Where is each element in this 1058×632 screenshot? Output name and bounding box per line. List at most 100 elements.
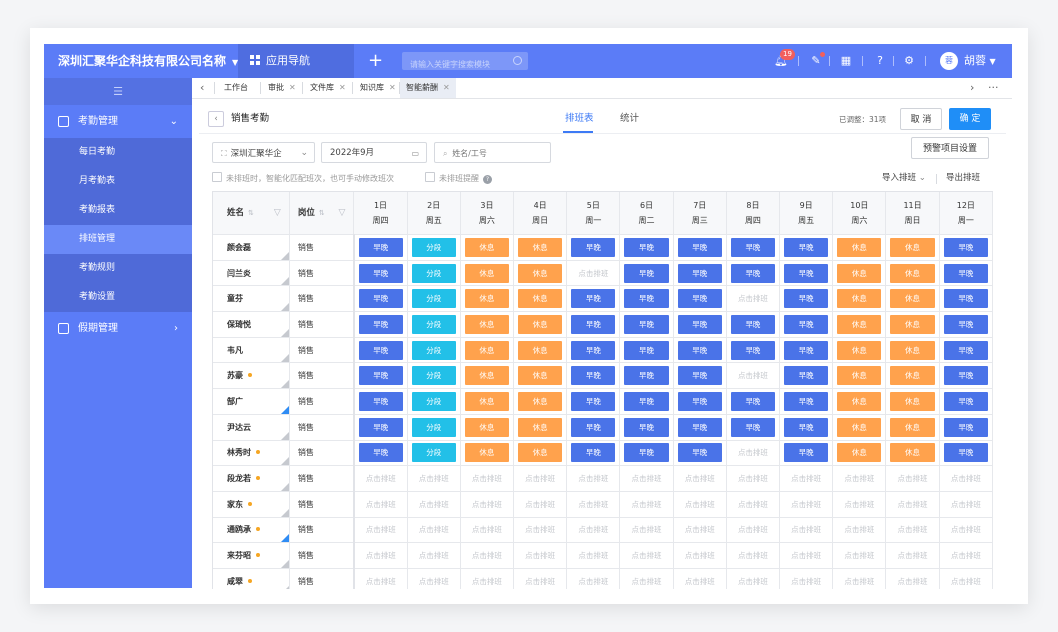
shift-chip[interactable]: 点击排班 (837, 572, 881, 589)
schedule-cell[interactable]: 早晚 (673, 234, 727, 261)
shift-chip[interactable]: 点击排班 (784, 469, 828, 488)
schedule-cell[interactable]: 休息 (460, 414, 515, 441)
app-nav-button[interactable]: 应用导航 (238, 44, 354, 78)
shift-chip[interactable]: 早晚 (571, 289, 616, 309)
shift-chip[interactable]: 点击排班 (518, 469, 562, 488)
shift-chip[interactable]: 点击排班 (624, 572, 668, 589)
schedule-cell[interactable]: 点击排班 (407, 491, 461, 518)
shift-chip[interactable]: 早晚 (943, 314, 988, 334)
schedule-cell[interactable]: 点击排班 (726, 285, 781, 313)
shift-chip[interactable]: 早晚 (943, 391, 988, 411)
schedule-cell[interactable]: 点击排班 (460, 568, 515, 589)
shift-chip[interactable]: 早晚 (358, 263, 403, 283)
shift-chip[interactable]: 休息 (890, 340, 935, 360)
tab-workbench[interactable]: 工作台 (224, 78, 248, 98)
shift-chip[interactable]: 休息 (890, 417, 935, 437)
schedule-cell[interactable]: 休息 (832, 337, 887, 364)
shift-chip[interactable]: 早晚 (784, 340, 829, 360)
shift-chip[interactable]: 早晚 (943, 263, 988, 283)
schedule-cell[interactable]: 早晚 (779, 311, 834, 338)
schedule-cell[interactable]: 休息 (513, 337, 568, 364)
schedule-cell[interactable]: 休息 (832, 414, 887, 441)
shift-chip[interactable]: 早晚 (624, 289, 669, 309)
shift-chip[interactable]: 点击排班 (784, 520, 828, 539)
shift-chip[interactable]: 休息 (890, 366, 935, 386)
shift-chip[interactable]: 点击排班 (731, 520, 775, 539)
shift-chip[interactable]: 点击排班 (678, 546, 722, 565)
schedule-cell[interactable]: 休息 (513, 285, 568, 313)
schedule-cell[interactable]: 休息 (460, 234, 515, 261)
shift-chip[interactable]: 休息 (464, 289, 510, 309)
schedule-cell[interactable]: 点击排班 (566, 465, 621, 492)
shift-chip[interactable]: 休息 (518, 263, 563, 283)
shift-chip[interactable]: 点击排班 (465, 546, 509, 565)
shift-chip[interactable]: 休息 (518, 417, 563, 437)
schedule-cell[interactable]: 点击排班 (566, 517, 621, 544)
schedule-cell[interactable]: 早晚 (726, 234, 781, 261)
shift-chip[interactable]: 点击排班 (678, 572, 722, 589)
add-icon[interactable]: + (368, 44, 383, 78)
checkbox[interactable] (212, 172, 222, 182)
shift-chip[interactable]: 早晚 (358, 366, 403, 386)
help-icon[interactable]: ? (873, 54, 887, 68)
shift-chip[interactable]: 点击排班 (944, 495, 988, 514)
filter-icon[interactable]: ▽ (338, 207, 345, 219)
schedule-cell[interactable]: 分段 (407, 337, 461, 364)
schedule-cell[interactable]: 点击排班 (832, 542, 887, 569)
schedule-cell[interactable]: 点击排班 (832, 568, 887, 589)
shift-chip[interactable]: 早晚 (943, 289, 988, 309)
menu-collapse-icon[interactable]: ☰ (44, 78, 192, 105)
shift-chip[interactable]: 早晚 (784, 289, 829, 309)
schedule-cell[interactable]: 休息 (513, 311, 568, 338)
shift-chip[interactable]: 休息 (837, 237, 882, 257)
month-picker[interactable]: 2022年9月 ▭ (321, 142, 427, 163)
shift-chip[interactable]: 点击排班 (359, 495, 403, 514)
shift-chip[interactable]: 休息 (837, 391, 882, 411)
shift-chip[interactable]: 休息 (837, 340, 882, 360)
schedule-cell[interactable]: 休息 (885, 388, 940, 415)
shift-chip[interactable]: 点击排班 (784, 495, 828, 514)
sort-icon[interactable]: ⇅ (248, 209, 254, 217)
shift-chip[interactable]: 点击排班 (731, 443, 775, 462)
shift-chip[interactable]: 点击排班 (678, 520, 722, 539)
schedule-cell[interactable]: 休息 (460, 311, 515, 338)
shift-chip[interactable]: 早晚 (358, 314, 403, 334)
shift-chip[interactable]: 早晚 (730, 237, 776, 257)
shift-chip[interactable]: 点击排班 (731, 572, 775, 589)
sidebar-item-settings[interactable]: 考勤设置 (44, 283, 192, 312)
back-icon[interactable]: ‹ (208, 111, 224, 127)
schedule-cell[interactable]: 休息 (885, 285, 940, 313)
schedule-cell[interactable]: 早晚 (939, 260, 993, 287)
more-icon[interactable]: ··· (988, 78, 999, 98)
shift-chip[interactable]: 点击排班 (678, 469, 722, 488)
shift-chip[interactable]: 分段 (411, 263, 456, 283)
shift-chip[interactable]: 点击排班 (944, 520, 988, 539)
shift-chip[interactable]: 点击排班 (944, 469, 988, 488)
shift-chip[interactable]: 早晚 (624, 443, 669, 463)
shift-chip[interactable]: 早晚 (624, 340, 669, 360)
shift-chip[interactable]: 分段 (411, 237, 456, 257)
schedule-cell[interactable]: 休息 (885, 362, 940, 390)
schedule-cell[interactable]: 点击排班 (832, 491, 887, 518)
schedule-cell[interactable]: 点击排班 (885, 568, 940, 589)
shift-chip[interactable]: 分段 (411, 340, 456, 360)
sort-icon[interactable]: ⇅ (319, 209, 325, 217)
schedule-cell[interactable]: 点击排班 (726, 542, 781, 569)
tab-scroll-left-icon[interactable]: ‹ (200, 78, 204, 98)
shift-chip[interactable]: 休息 (464, 366, 510, 386)
shift-chip[interactable]: 早晚 (677, 417, 722, 437)
import-schedule-button[interactable]: 导入排班 ⌄ (882, 172, 926, 184)
help-icon[interactable]: ? (483, 175, 492, 184)
shift-chip[interactable]: 点击排班 (518, 546, 562, 565)
schedule-cell[interactable]: 点击排班 (726, 465, 781, 492)
close-icon[interactable]: ✕ (339, 83, 346, 92)
shift-chip[interactable]: 早晚 (358, 417, 403, 437)
schedule-cell[interactable]: 早晚 (353, 234, 408, 261)
schedule-cell[interactable]: 点击排班 (619, 568, 674, 589)
shift-chip[interactable]: 休息 (464, 391, 510, 411)
confirm-button[interactable]: 确 定 (949, 108, 991, 130)
schedule-cell[interactable]: 点击排班 (673, 542, 727, 569)
column-header-position[interactable]: 岗位 ⇅ ▽ (289, 192, 355, 235)
schedule-cell[interactable]: 早晚 (566, 388, 621, 415)
employee-search-input[interactable] (450, 148, 545, 159)
